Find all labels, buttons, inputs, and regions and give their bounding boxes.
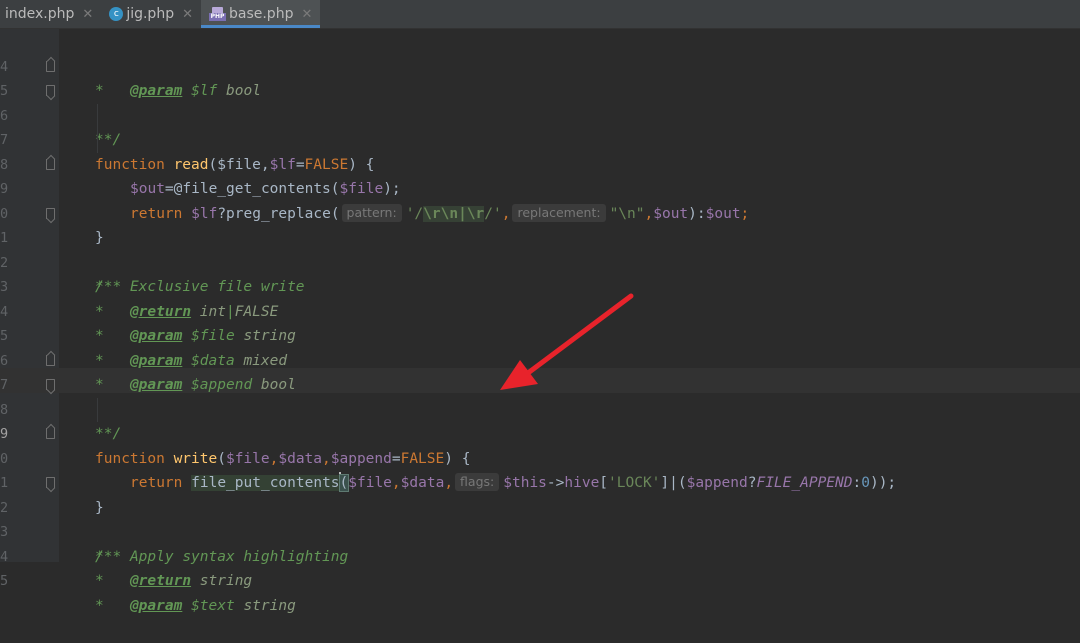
doc-type: string	[243, 597, 296, 614]
doc-tag: @return	[129, 573, 192, 589]
doc-var: $text	[191, 597, 235, 614]
doc-star: *	[95, 573, 104, 589]
doc-star: *	[95, 597, 104, 614]
doc-tag: @param	[129, 597, 183, 614]
annotation-arrow-icon	[500, 293, 634, 390]
line-number: 5	[0, 573, 9, 589]
doc-type: string	[199, 573, 253, 589]
